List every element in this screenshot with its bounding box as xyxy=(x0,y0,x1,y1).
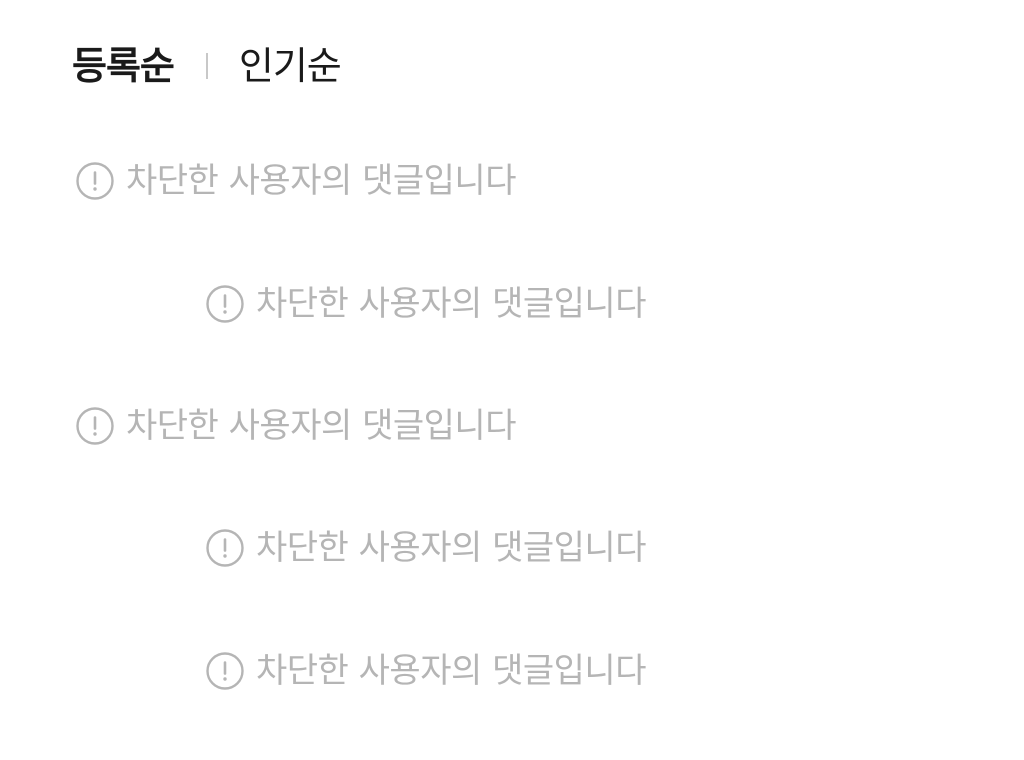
blocked-comment-text: 차단한 사용자의 댓글입니다 xyxy=(256,284,646,324)
blocked-reply: 차단한 사용자의 댓글입니다 xyxy=(206,282,646,326)
blocked-comment-text: 차단한 사용자의 댓글입니다 xyxy=(126,406,516,446)
comment-list: 차단한 사용자의 댓글입니다 차단한 사용자의 댓글입니다 차단한 사용자의 댓… xyxy=(0,0,1024,760)
blocked-comment: 차단한 사용자의 댓글입니다 xyxy=(76,159,516,203)
blocked-reply: 차단한 사용자의 댓글입니다 xyxy=(206,526,646,570)
blocked-comment-text: 차단한 사용자의 댓글입니다 xyxy=(256,651,646,691)
comment-page: 등록순 인기순 차단한 사용자의 댓글입니다 차단한 사용자의 댓글입니다 차단… xyxy=(0,0,1024,760)
alert-circle-icon xyxy=(76,162,114,200)
alert-circle-icon xyxy=(206,652,244,690)
alert-circle-icon xyxy=(206,285,244,323)
alert-circle-icon xyxy=(206,529,244,567)
blocked-reply: 차단한 사용자의 댓글입니다 xyxy=(206,649,646,693)
blocked-comment-text: 차단한 사용자의 댓글입니다 xyxy=(126,161,516,201)
blocked-comment: 차단한 사용자의 댓글입니다 xyxy=(76,404,516,448)
blocked-comment-text: 차단한 사용자의 댓글입니다 xyxy=(256,528,646,568)
alert-circle-icon xyxy=(76,407,114,445)
